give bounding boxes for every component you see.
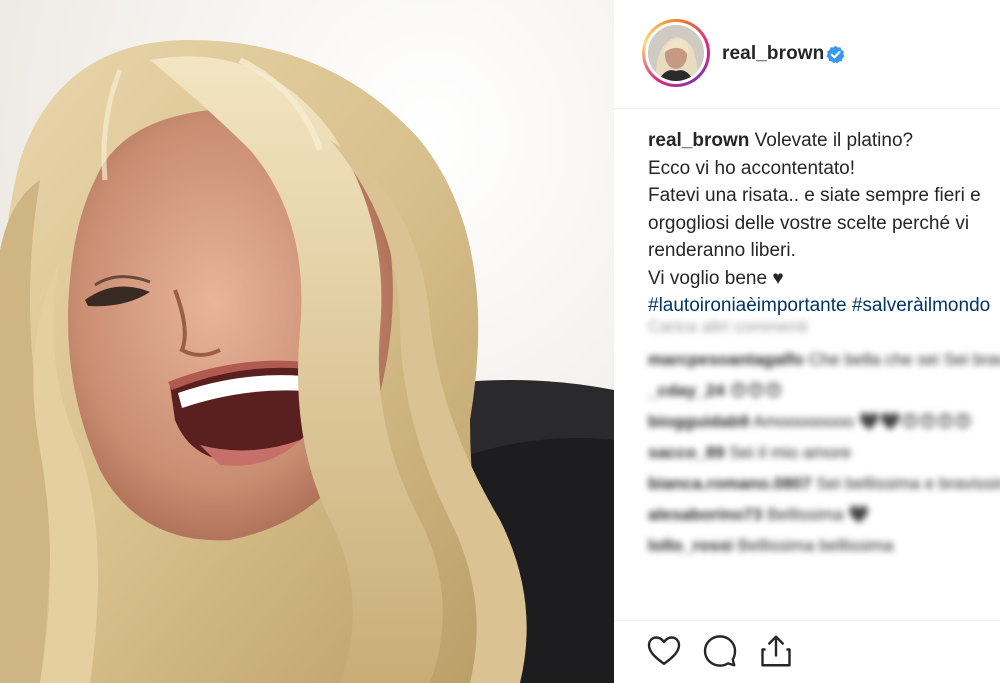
comment-item: marcpesoantagalfo Che bella che sei Sei … [648,348,1000,371]
avatar[interactable] [642,19,710,87]
caption-line: Ecco vi ho accontentato! [648,157,856,179]
caption-line: Fatevi una risata.. e siate sempre fieri… [648,185,981,206]
caption-line: Volevate il platino? [754,130,914,151]
username-link[interactable]: real_brown [722,43,824,65]
like-button[interactable] [646,633,682,669]
speech-bubble-icon [703,635,737,667]
comment-item: lollo_rossi Bellissima bellissima [648,534,1000,557]
avatar-image [648,25,704,81]
comment-text: Amoooooooo 🖤🖤😍😍😍😍 [752,412,972,431]
comment-item: sacco_89 Sei il mio amore [648,441,1000,464]
comment-username[interactable]: alesaborino73 [648,505,762,524]
comment-text: Che bella che sei Sei bravissima! 😍😍😍 ci… [808,350,1000,369]
comment-item: alesaborino73 Bellissima 🖤 [648,503,1000,526]
comment-username[interactable]: lollo_rossi [648,536,733,555]
comments-list: Carica altri commenti marcpesoantagalfo … [648,315,1000,565]
caption-line: Vi voglio bene [648,267,768,289]
post-caption: real_brown Volevate il platino? Ecco vi … [648,127,1000,320]
comment-username[interactable]: sacco_89 [648,443,725,462]
comment-button[interactable] [702,633,738,669]
share-button[interactable] [758,633,794,669]
comment-item: biogguidab9 Amoooooooo 🖤🖤😍😍😍😍 [648,410,1000,433]
heart-outline-icon [647,636,681,665]
caption-line: renderanno liberi. [648,240,796,261]
comment-username[interactable]: bianca.romano.0807 [648,474,811,493]
selfie-photo-illustration [0,0,614,683]
comment-text: 😍😍😍 [729,381,783,400]
post-photo[interactable] [0,0,614,683]
comment-text: Sei bellissima e bravissima🖤 [816,474,1000,493]
verified-badge-icon [826,45,845,64]
comments-fade [614,590,1000,620]
comment-item: bianca.romano.0807 Sei bellissima e brav… [648,472,1000,495]
comment-username[interactable]: marcpesoantagalfo [648,350,804,369]
load-more-comments-button[interactable]: Carica altri commenti [648,315,1000,338]
black-heart-emoji: ♥ [772,267,784,289]
caption-username-link[interactable]: real_brown [648,130,749,151]
comment-item: _cday_24 😍😍😍 [648,379,1000,402]
comment-text: Sei il mio amore [729,443,852,462]
caption-line: orgogliosi delle vostre scelte perché vi [648,212,970,234]
post-header: real_brown [614,0,1000,109]
comment-text: Bellissima bellissima [737,536,894,555]
action-bar [614,620,1000,683]
post-details-panel: real_brown real_brown Volevate il platin… [614,0,1000,683]
share-upload-icon [761,635,791,667]
comment-username[interactable]: biogguidab9 [648,412,749,431]
comment-text: Bellissima 🖤 [767,505,870,524]
comment-username[interactable]: _cday_24 [648,381,725,400]
